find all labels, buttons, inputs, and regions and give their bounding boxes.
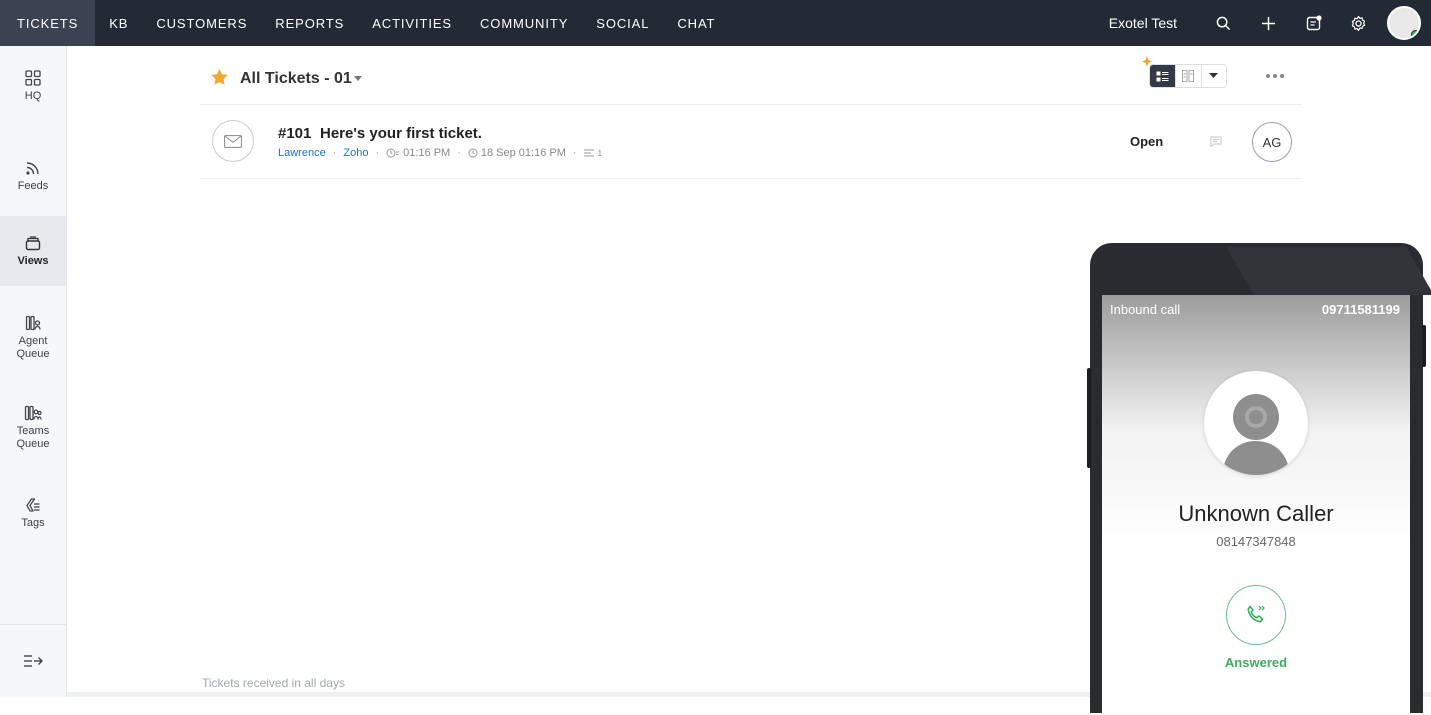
sidebar-item-teams-queue[interactable]: Teams Queue (0, 388, 66, 468)
status-badge[interactable]: Open (1130, 134, 1163, 149)
footer-note: Tickets received in all days (202, 676, 345, 690)
email-channel-badge (212, 120, 254, 162)
more-dot (1280, 74, 1284, 78)
call-answer-button[interactable] (1226, 585, 1286, 645)
notifications-button[interactable] (1291, 0, 1336, 46)
views-icon (25, 235, 41, 250)
more-options-button[interactable] (1266, 74, 1284, 78)
meta-separator: · (375, 147, 380, 159)
online-status-dot (1411, 30, 1419, 38)
sidebar-item-hq[interactable]: HQ (0, 46, 66, 126)
sidebar-item-tags[interactable]: Tags (0, 478, 66, 548)
list-view-button[interactable] (1150, 65, 1176, 87)
sidebar-item-views[interactable]: Views (0, 216, 66, 286)
sidebar-item-agent-queue[interactable]: Agent Queue (0, 298, 66, 378)
plus-icon (1261, 16, 1276, 30)
phone-screen: Inbound call 09711581199 Unknown Caller … (1102, 295, 1410, 715)
sidebar-item-label: Views (17, 254, 49, 267)
settings-button[interactable] (1336, 0, 1381, 46)
star-icon[interactable] (210, 68, 229, 86)
phone-side-button (1087, 368, 1091, 468)
ticket-number[interactable]: #101 (278, 125, 311, 142)
caller-avatar (1204, 371, 1308, 475)
thread-count-icon (583, 149, 594, 156)
sidebar-item-label: Agent Queue (16, 335, 50, 360)
nav-tab-chat[interactable]: CHAT (663, 0, 729, 46)
top-right-actions: Exotel Test (1109, 0, 1431, 46)
org-name[interactable]: Exotel Test (1109, 15, 1177, 31)
board-view-button[interactable] (1175, 65, 1200, 87)
comment-icon[interactable] (1210, 136, 1222, 147)
nav-tab-community[interactable]: COMMUNITY (466, 0, 582, 46)
board-view-icon (1182, 70, 1195, 82)
left-sidebar: HQ Feeds Views Agent Queue Teams Queue T… (0, 46, 67, 697)
ticket-meta: Lawrence · Zoho · 01:16 PM · 18 Sep 01:1… (278, 147, 602, 159)
teams-queue-icon (24, 405, 42, 421)
person-silhouette-icon (1222, 394, 1290, 475)
view-title[interactable]: All Tickets - 01 (240, 70, 352, 88)
search-button[interactable] (1201, 0, 1246, 46)
ticket-contact-link[interactable]: Lawrence (278, 147, 326, 159)
phone-side-button (1422, 325, 1426, 367)
sidebar-item-label: Teams Queue (16, 425, 50, 450)
phone-bezel-shade (1226, 247, 1431, 295)
nav-tab-activities[interactable]: ACTIVITIES (358, 0, 466, 46)
ticket-subject[interactable]: Here's your first ticket. (320, 125, 482, 142)
gear-icon (1351, 15, 1366, 31)
notification-icon (1306, 15, 1322, 31)
nav-tab-customers[interactable]: CUSTOMERS (142, 0, 261, 46)
caller-name: Unknown Caller (1178, 501, 1334, 526)
nav-tab-social[interactable]: SOCIAL (582, 0, 663, 46)
ticket-response-time: 01:16 PM (403, 147, 451, 159)
add-button[interactable] (1246, 0, 1291, 46)
envelope-icon (224, 134, 242, 148)
meta-separator: · (457, 147, 461, 159)
agent-queue-icon (25, 315, 41, 331)
tags-icon (26, 497, 40, 512)
nav-tab-tickets[interactable]: TICKETS (0, 0, 96, 46)
assignee-avatar[interactable]: AG (1252, 122, 1292, 162)
more-dot (1266, 74, 1270, 78)
meta-separator: · (572, 147, 577, 159)
phone-incoming-icon (1247, 605, 1265, 623)
clock-icon (468, 148, 478, 158)
thread-count: 1 (597, 148, 603, 158)
caller-number: 08147347848 (1216, 534, 1296, 549)
list-view-icon (1156, 71, 1169, 81)
call-type: Inbound call (1110, 302, 1181, 317)
called-number: 09711581199 (1321, 302, 1400, 317)
sidebar-item-label: Tags (21, 516, 45, 529)
top-nav-bar: TICKETS KB CUSTOMERS REPORTS ACTIVITIES … (0, 0, 1431, 46)
sidebar-item-label: Feeds (17, 179, 49, 192)
expand-menu-icon (24, 655, 43, 667)
response-clock-icon (386, 148, 400, 158)
view-header: All Tickets - 01 (200, 56, 1302, 105)
nav-tab-kb[interactable]: KB (95, 0, 142, 46)
more-dot (1273, 74, 1277, 78)
search-icon (1216, 16, 1231, 30)
user-avatar[interactable] (1387, 6, 1421, 40)
table-row[interactable]: #101 Here's your first ticket. Lawrence … (200, 106, 1302, 179)
ticket-account-link[interactable]: Zoho (343, 147, 368, 159)
collapse-sidebar-button[interactable] (0, 624, 66, 697)
layout-dropdown-button[interactable] (1200, 65, 1226, 87)
meta-separator: · (332, 147, 337, 159)
ticket-created-time: 18 Sep 01:16 PM (480, 147, 566, 159)
feeds-icon (26, 161, 39, 175)
grid-icon (25, 69, 41, 86)
sidebar-item-feeds[interactable]: Feeds (0, 136, 66, 216)
view-dropdown-caret[interactable] (354, 76, 362, 81)
sidebar-item-label: HQ (24, 89, 42, 102)
softphone-widget: Inbound call 09711581199 Unknown Caller … (1087, 243, 1431, 715)
call-status: Answered (1224, 655, 1288, 670)
chevron-down-icon (1209, 73, 1219, 78)
layout-toggle (1149, 64, 1227, 88)
nav-tab-reports[interactable]: REPORTS (261, 0, 358, 46)
